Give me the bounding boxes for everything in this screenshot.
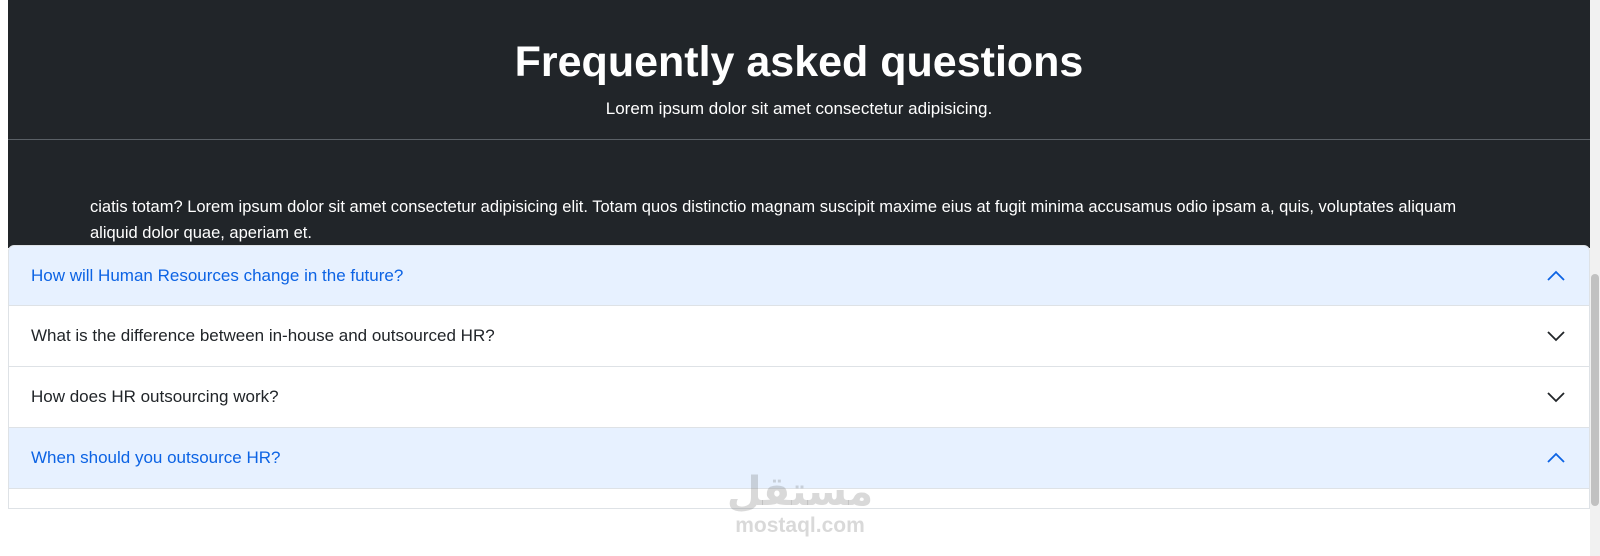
page-title: Frequently asked questions — [514, 38, 1084, 86]
accordion-question: How does HR outsourcing work? — [31, 387, 279, 406]
accordion-item-how-outsourcing-works[interactable]: How does HR outsourcing work? — [8, 367, 1590, 428]
accordion-item-hr-future[interactable]: How will Human Resources change in the f… — [8, 245, 1590, 306]
accordion-item-inhouse-vs-outsourced[interactable]: What is the difference between in-house … — [8, 306, 1590, 367]
page-subtitle: Lorem ipsum dolor sit amet consectetur a… — [605, 99, 993, 118]
page-left-gutter — [0, 0, 8, 556]
accordion-question: When should you outsource HR? — [31, 448, 281, 467]
watermark-url: mostaql.com — [735, 514, 865, 537]
accordion-question: How will Human Resources change in the f… — [31, 265, 404, 285]
chevron-up-icon — [1545, 447, 1567, 469]
chevron-up-icon — [1545, 265, 1567, 287]
accordion-question: What is the difference between in-house … — [31, 326, 495, 345]
accordion-item-when-outsource[interactable]: When should you outsource HR? — [8, 428, 1590, 489]
accordion-collapse-body — [8, 489, 1590, 509]
faq-accordion: How will Human Resources change in the f… — [8, 245, 1590, 509]
chevron-down-icon — [1545, 325, 1567, 347]
scrollbar-thumb[interactable] — [1591, 274, 1599, 506]
chevron-down-icon — [1545, 386, 1567, 408]
accordion-body-text: ciatis totam? Lorem ipsum dolor sit amet… — [90, 198, 1457, 242]
hero-divider — [8, 139, 1590, 140]
